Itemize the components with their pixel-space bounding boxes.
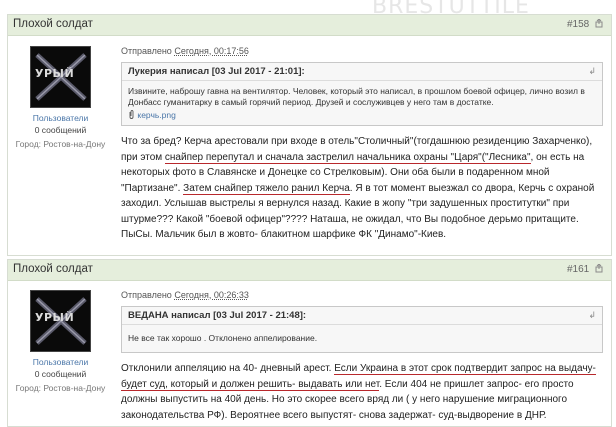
post-timestamp: Отправлено Сегодня, 00:17:56 — [121, 46, 603, 56]
post-header: Плохой солдат #161 — [8, 260, 611, 281]
sent-date[interactable]: Сегодня, 00:26:33 — [174, 290, 249, 300]
post-body: Отклонили аппеляцию на 40- дневный арест… — [121, 361, 603, 423]
attachment-name[interactable]: керчь.png — [137, 110, 175, 120]
top-strip: BRESTUTTILE — [0, 0, 616, 19]
sent-label: Отправлено — [121, 290, 172, 300]
user-city: Город: Ростов-на-Дону — [15, 139, 106, 149]
avatar[interactable]: УРЫЙ — [30, 290, 91, 352]
quote-body: Извините, наброшу гавна на вентилятор. Ч… — [122, 81, 602, 125]
share-icon[interactable] — [595, 264, 603, 273]
jump-to-quote-icon[interactable]: ↲ — [588, 66, 596, 77]
post-content: Отправлено Сегодня, 00:26:33 ВЕДАНА напи… — [121, 290, 603, 423]
user-role[interactable]: Пользователи — [8, 357, 113, 367]
post-number-label[interactable]: #158 — [567, 19, 589, 30]
post-number-label[interactable]: #161 — [567, 264, 589, 275]
user-city: Город: Ростов-на-Дону — [15, 383, 106, 393]
quote-author: Лукерия написал [03 Jul 2017 - 21:01]: — [128, 66, 305, 77]
paperclip-icon — [129, 110, 134, 119]
jump-to-quote-icon[interactable]: ↲ — [588, 310, 596, 321]
quote-header: ВЕДАНА написал [03 Jul 2017 - 21:48]: ↲ — [122, 307, 602, 325]
avatar-logo-text: УРЫЙ — [35, 67, 75, 80]
quote-header: Лукерия написал [03 Jul 2017 - 21:01]: ↲ — [122, 63, 602, 81]
post-header: Плохой солдат #158 — [8, 15, 611, 36]
quote-block: Лукерия написал [03 Jul 2017 - 21:01]: ↲… — [121, 62, 603, 126]
author-sidebar: УРЫЙ Пользователи 0 сообщений Город: Рос… — [8, 46, 113, 149]
user-role[interactable]: Пользователи — [8, 113, 113, 123]
forum-post: Плохой солдат #158 УРЫЙ Пользователи 0 с… — [7, 14, 612, 256]
body-segment: Отклонили аппеляцию на 40- дневный арест… — [121, 363, 335, 374]
share-icon[interactable] — [595, 19, 603, 28]
post-author-link[interactable]: Плохой солдат — [13, 263, 93, 275]
attachment-link[interactable]: керчь.png — [128, 110, 596, 121]
avatar-logo-text: УРЫЙ — [35, 311, 75, 324]
quote-block: ВЕДАНА написал [03 Jul 2017 - 21:48]: ↲ … — [121, 306, 603, 353]
quote-body: Не все так хорошо . Отклонено аппелирова… — [122, 325, 602, 352]
avatar[interactable]: УРЫЙ — [30, 46, 91, 108]
post-number[interactable]: #158 — [567, 19, 603, 30]
quote-text: Не все так хорошо . Отклонено аппелирова… — [128, 333, 318, 343]
underlined-segment: Затем снайпер тяжело ранил Керча — [183, 182, 350, 195]
sent-date[interactable]: Сегодня, 00:17:56 — [174, 46, 249, 56]
post-count: 0 сообщений — [34, 125, 87, 135]
post-ps: ПыСы. Мальчик был в жовто- блакитном шар… — [121, 229, 447, 240]
post-timestamp: Отправлено Сегодня, 00:26:33 — [121, 290, 603, 300]
forum-post: Плохой солдат #161 УРЫЙ Пользователи 0 с… — [7, 259, 612, 427]
quote-author: ВЕДАНА написал [03 Jul 2017 - 21:48]: — [128, 310, 307, 321]
sent-label: Отправлено — [121, 46, 172, 56]
quote-text: Извините, наброшу гавна на вентилятор. Ч… — [128, 86, 585, 107]
underlined-segment: снайпер перепутал и сначала застрелил на… — [164, 151, 531, 164]
post-body: Что за бред? Керча арестовали при входе … — [121, 134, 603, 243]
author-sidebar: УРЫЙ Пользователи 0 сообщений Город: Рос… — [8, 290, 113, 393]
post-content: Отправлено Сегодня, 00:17:56 Лукерия нап… — [121, 46, 603, 243]
post-author-link[interactable]: Плохой солдат — [13, 18, 93, 30]
post-count: 0 сообщений — [34, 369, 87, 379]
post-number[interactable]: #161 — [567, 264, 603, 275]
